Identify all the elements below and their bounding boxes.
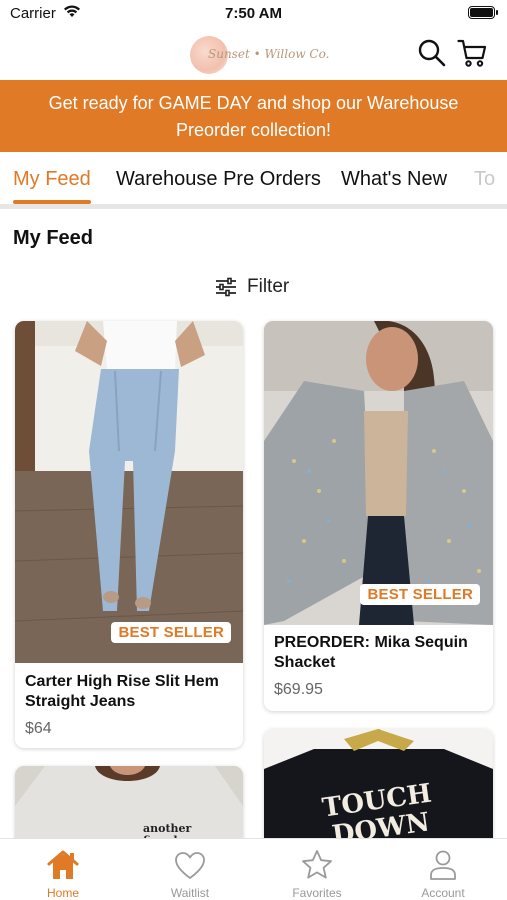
product-name-line2: Straight Jeans bbox=[25, 693, 136, 710]
tab-account[interactable]: Account bbox=[398, 847, 488, 900]
bottom-tab-bar: Home Waitlist Favorites Account bbox=[0, 838, 507, 900]
tab-account-label: Account bbox=[421, 886, 465, 900]
promo-banner[interactable]: Get ready for GAME DAY and shop our Ware… bbox=[0, 80, 507, 152]
tab-more[interactable]: To bbox=[474, 168, 495, 191]
product-name-line1: PREORDER: Mika Sequin bbox=[274, 634, 468, 651]
tab-home[interactable]: Home bbox=[18, 847, 108, 900]
tab-warehouse-pre-orders[interactable]: Warehouse Pre Orders bbox=[116, 168, 321, 191]
product-name: Carter High Rise Slit Hem Straight Jeans bbox=[25, 672, 219, 712]
cart-icon[interactable] bbox=[457, 38, 487, 68]
active-tab-indicator bbox=[13, 200, 91, 204]
tab-waitlist[interactable]: Waitlist bbox=[145, 847, 235, 900]
tab-home-label: Home bbox=[46, 886, 79, 900]
promo-banner-line2: Preorder collection! bbox=[175, 120, 332, 140]
tab-waitlist-label: Waitlist bbox=[170, 886, 210, 900]
category-tabs[interactable]: My Feed Warehouse Pre Orders What's New … bbox=[0, 152, 507, 209]
battery-icon bbox=[468, 6, 498, 19]
best-seller-badge: BEST SELLER bbox=[111, 622, 231, 643]
status-bar: Carrier 7:50 AM bbox=[0, 0, 507, 28]
account-icon bbox=[430, 850, 456, 880]
logo-text: Sunset • Willow Co. bbox=[208, 47, 330, 61]
product-image[interactable] bbox=[15, 321, 243, 663]
product-name-line2: Shacket bbox=[274, 654, 336, 671]
product-name: PREORDER: Mika Sequin Shacket bbox=[274, 633, 468, 673]
star-icon bbox=[302, 850, 332, 879]
promo-banner-line1: Get ready for GAME DAY and shop our Ware… bbox=[48, 93, 459, 113]
product-price: $69.95 bbox=[274, 681, 323, 698]
home-icon bbox=[47, 850, 79, 879]
product-name-line1: Carter High Rise Slit Hem bbox=[25, 673, 219, 690]
filter-icon bbox=[216, 277, 236, 297]
tab-my-feed[interactable]: My Feed bbox=[13, 168, 91, 191]
product-card[interactable]: BEST SELLER Carter High Rise Slit Hem St… bbox=[15, 321, 243, 748]
search-icon[interactable] bbox=[417, 38, 447, 68]
filter-button[interactable]: Filter bbox=[215, 274, 289, 300]
page-title: My Feed bbox=[13, 227, 94, 249]
product-image[interactable] bbox=[264, 321, 493, 625]
tab-favorites[interactable]: Favorites bbox=[272, 847, 362, 900]
brand-logo[interactable]: Sunset • Willow Co. bbox=[188, 34, 329, 74]
filter-label: Filter bbox=[247, 276, 290, 297]
app-header: Sunset • Willow Co. bbox=[0, 28, 507, 80]
tab-whats-new[interactable]: What's New bbox=[341, 168, 447, 191]
tab-favorites-label: Favorites bbox=[292, 886, 342, 900]
product-card[interactable]: BEST SELLER PREORDER: Mika Sequin Shacke… bbox=[264, 321, 493, 711]
heart-icon bbox=[175, 852, 205, 879]
best-seller-badge: BEST SELLER bbox=[360, 584, 480, 605]
product-price: $64 bbox=[25, 720, 52, 737]
clock: 7:50 AM bbox=[225, 5, 282, 22]
